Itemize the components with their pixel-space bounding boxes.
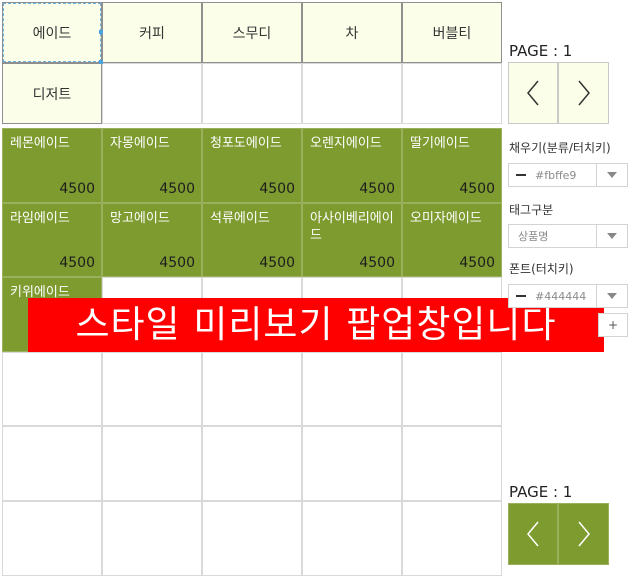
chevron-left-icon xyxy=(527,80,539,106)
product-price: 4500 xyxy=(459,255,495,272)
product-pager xyxy=(508,503,609,565)
product-price: 4500 xyxy=(59,255,95,272)
tag-dropdown-button[interactable] xyxy=(596,225,627,247)
font-color-select[interactable]: #444444 xyxy=(508,284,628,308)
product-tile-empty[interactable] xyxy=(2,426,102,501)
chevron-right-icon xyxy=(577,521,590,547)
fill-dropdown-button[interactable] xyxy=(596,164,627,186)
category-tab[interactable]: 에이드 xyxy=(2,2,103,64)
product-tile-empty[interactable] xyxy=(302,500,402,576)
product-tile-empty[interactable] xyxy=(2,351,102,427)
color-swatch-icon xyxy=(516,174,526,176)
product-grid: 레몬에이드 4500 자몽에이드 4500 청포도에이드 4500 오렌지에이드… xyxy=(2,128,502,576)
category-prev-button[interactable] xyxy=(508,62,558,124)
product-tile-empty[interactable] xyxy=(402,351,502,427)
chevron-right-icon xyxy=(577,80,590,106)
product-tile[interactable]: 라임에이드 4500 xyxy=(2,202,102,278)
product-name: 청포도에이드 xyxy=(210,136,282,151)
product-tile[interactable]: 오미자에이드 4500 xyxy=(402,202,502,278)
fill-color-value: #fbffe9 xyxy=(535,168,577,182)
product-name: 망고에이드 xyxy=(110,210,170,226)
product-price: 4500 xyxy=(359,255,395,272)
tag-value: 상품명 xyxy=(518,230,549,243)
category-tab[interactable]: 디저트 xyxy=(2,63,102,124)
category-page-label: PAGE : 1 xyxy=(509,42,573,60)
product-name: 오렌지에이드 xyxy=(310,136,382,151)
product-price: 4500 xyxy=(259,255,295,272)
fill-color-select[interactable]: #fbffe9 xyxy=(508,163,628,187)
product-name: 아사이베리에이드 xyxy=(310,210,394,243)
product-tile-empty[interactable] xyxy=(202,351,302,427)
product-tile[interactable]: 딸기에이드 4500 xyxy=(402,128,502,203)
category-tab[interactable]: 커피 xyxy=(102,2,202,63)
fill-label: 채우기(분류/터치키) xyxy=(509,141,611,155)
caret-down-icon xyxy=(607,172,617,178)
category-tab[interactable]: 버블티 xyxy=(402,2,502,63)
category-pager xyxy=(508,62,609,124)
product-price: 4500 xyxy=(59,180,95,197)
category-tab[interactable]: 차 xyxy=(302,2,402,63)
caret-down-icon xyxy=(607,293,617,299)
category-tab-empty[interactable] xyxy=(302,63,402,124)
product-tile[interactable]: 오렌지에이드 4500 xyxy=(302,128,402,203)
product-tile-empty[interactable] xyxy=(302,426,402,501)
chevron-left-icon xyxy=(527,521,539,547)
product-price: 4500 xyxy=(159,255,195,272)
product-tile-empty[interactable] xyxy=(402,426,502,501)
product-name: 레몬에이드 xyxy=(10,136,70,151)
product-tile[interactable]: 망고에이드 4500 xyxy=(102,202,202,278)
product-price: 4500 xyxy=(159,180,195,197)
product-tile[interactable]: 아사이베리에이드 4500 xyxy=(302,202,402,278)
product-tile[interactable]: 청포도에이드 4500 xyxy=(202,128,302,203)
font-dropdown-button[interactable] xyxy=(596,285,627,307)
tag-select[interactable]: 상품명 xyxy=(508,224,628,248)
category-tab[interactable]: 스무디 xyxy=(202,2,302,63)
product-price: 4500 xyxy=(359,180,395,197)
product-tile-empty[interactable] xyxy=(302,351,402,427)
product-tile-empty[interactable] xyxy=(102,500,202,576)
product-prev-button[interactable] xyxy=(508,503,558,565)
product-tile-empty[interactable] xyxy=(102,351,202,427)
product-name: 자몽에이드 xyxy=(110,136,170,151)
product-name: 라임에이드 xyxy=(10,210,70,226)
product-tile[interactable]: 자몽에이드 4500 xyxy=(102,128,202,203)
product-page-label: PAGE : 1 xyxy=(509,483,573,501)
caret-down-icon xyxy=(607,233,617,239)
product-tile-empty[interactable] xyxy=(402,500,502,576)
product-tile-empty[interactable] xyxy=(2,500,102,576)
font-label: 폰트(터치키) xyxy=(509,262,574,276)
product-price: 4500 xyxy=(459,180,495,197)
font-color-value: #444444 xyxy=(535,289,587,303)
product-tile-empty[interactable] xyxy=(102,426,202,501)
category-tab-empty[interactable] xyxy=(402,63,502,124)
category-grid: 에이드 커피 스무디 차 버블티 디저트 xyxy=(2,2,502,124)
product-name: 딸기에이드 xyxy=(410,136,470,151)
product-tile-empty[interactable] xyxy=(202,426,302,501)
tag-label: 태그구분 xyxy=(509,203,554,217)
category-tab-empty[interactable] xyxy=(102,63,202,124)
category-tab-empty[interactable] xyxy=(202,63,302,124)
color-swatch-icon xyxy=(516,295,526,297)
product-next-button[interactable] xyxy=(558,503,609,565)
product-tile-empty[interactable] xyxy=(202,500,302,576)
product-tile[interactable]: 석류에이드 4500 xyxy=(202,202,302,278)
product-price: 4500 xyxy=(259,180,295,197)
category-next-button[interactable] xyxy=(558,62,609,124)
product-name: 석류에이드 xyxy=(210,210,270,226)
font-size-plus-button[interactable]: + xyxy=(598,313,628,337)
product-name: 오미자에이드 xyxy=(410,210,482,226)
product-tile[interactable]: 레몬에이드 4500 xyxy=(2,128,102,203)
